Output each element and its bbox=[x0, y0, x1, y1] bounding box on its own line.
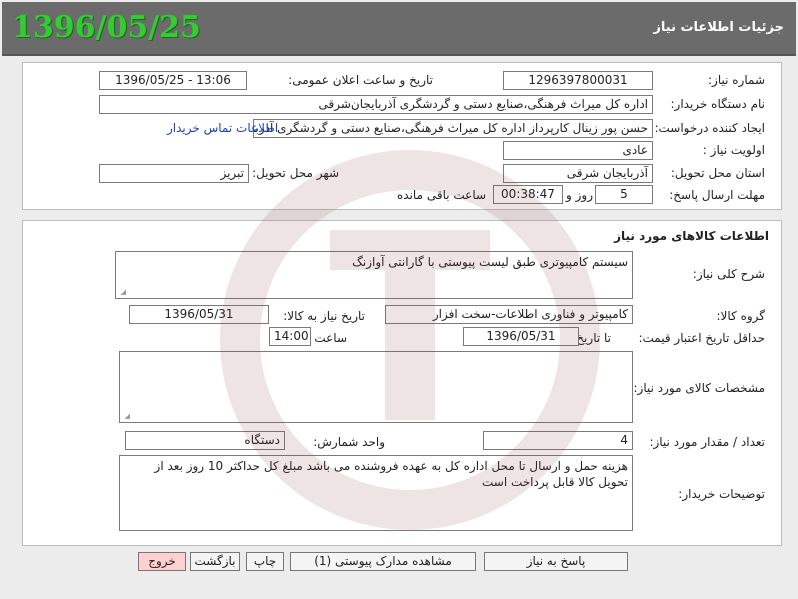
print-button[interactable]: چاپ bbox=[246, 552, 284, 571]
exit-button[interactable]: خروج bbox=[138, 552, 186, 571]
desc-textarea: سیستم کامپیوتری طبق لیست پیوستی با گاران… bbox=[115, 251, 633, 299]
resize-grip-icon[interactable]: ◢ bbox=[118, 288, 126, 296]
resize-grip-icon[interactable]: ◢ bbox=[122, 412, 130, 420]
qty-label: تعداد / مقدار مورد نیاز: bbox=[649, 435, 765, 449]
group-field: کامپیوتر و فناوری اطلاعات-سخت افزار bbox=[385, 305, 633, 324]
city-label: شهر محل تحویل: bbox=[252, 166, 339, 180]
unit-label: واحد شمارش: bbox=[313, 435, 385, 449]
notes-text: هزینه حمل و ارسال تا محل اداره کل به عهد… bbox=[154, 459, 628, 489]
validity-label: حداقل تاریخ اعتبار قیمت: bbox=[638, 331, 765, 345]
notes-label: توضیحات خریدار: bbox=[678, 487, 765, 501]
goods-section-title: اطلاعات کالاهای مورد نیاز bbox=[614, 229, 769, 243]
buyer-field: اداره کل میراث فرهنگی،صنایع دستی و گردشگ… bbox=[99, 95, 653, 114]
province-field: آذربایجان شرقی bbox=[503, 164, 653, 183]
announce-label: تاریخ و ساعت اعلان عمومی: bbox=[288, 73, 433, 87]
need-number-label: شماره نیاز: bbox=[708, 73, 765, 87]
desc-text: سیستم کامپیوتری طبق لیست پیوستی با گاران… bbox=[352, 255, 628, 269]
to-date-field: 1396/05/31 bbox=[463, 327, 579, 346]
hour-field: 14:00 bbox=[269, 327, 311, 346]
need-date-label: تاریخ نیاز به کالا: bbox=[283, 309, 365, 323]
hour-label: ساعت : bbox=[306, 331, 347, 345]
page-header: 1396/05/25 جزئیات اطلاعات نیاز bbox=[2, 2, 796, 56]
need-date-field: 1396/05/31 bbox=[129, 305, 269, 324]
unit-field: دستگاه bbox=[125, 431, 285, 450]
header-date: 1396/05/25 bbox=[12, 10, 201, 45]
notes-textarea: هزینه حمل و ارسال تا محل اداره کل به عهد… bbox=[119, 455, 633, 531]
desc-label: شرح کلی نیاز: bbox=[692, 267, 765, 281]
priority-label: اولویت نیاز : bbox=[702, 143, 765, 157]
days-field: 5 bbox=[595, 185, 653, 204]
back-button[interactable]: بازگشت bbox=[190, 552, 240, 571]
announce-field: 1396/05/25 - 13:06 bbox=[99, 71, 247, 90]
province-label: استان محل تحویل: bbox=[670, 166, 765, 180]
page-title: جزئیات اطلاعات نیاز bbox=[653, 20, 784, 35]
specs-textarea: ◢ bbox=[119, 351, 633, 423]
need-number-field: 1296397800031 bbox=[503, 71, 653, 90]
buyer-label: نام دستگاه خریدار: bbox=[670, 97, 766, 111]
need-info-panel: شماره نیاز: 1296397800031 تاریخ و ساعت ا… bbox=[22, 62, 782, 210]
creator-label: ایجاد کننده درخواست: bbox=[654, 121, 765, 135]
reply-button[interactable]: پاسخ به نیاز bbox=[484, 552, 628, 571]
time-remaining-unit: ساعت باقی مانده bbox=[397, 188, 487, 202]
attachments-button[interactable]: مشاهده مدارک پیوستی (1) bbox=[290, 552, 476, 571]
priority-field: عادی bbox=[503, 141, 653, 160]
goods-panel: اطلاعات کالاهای مورد نیاز شرح کلی نیاز: … bbox=[22, 220, 782, 546]
buyer-contact-link[interactable]: اطلاعات تماس خریدار bbox=[167, 121, 278, 135]
qty-field: 4 bbox=[483, 431, 633, 450]
specs-label: مشخصات کالای مورد نیاز: bbox=[633, 381, 765, 395]
creator-field: حسن پور زینال کارپرداز اداره کل میراث فر… bbox=[253, 119, 653, 138]
city-field: تبریز bbox=[99, 164, 249, 183]
deadline-label: مهلت ارسال پاسخ: bbox=[669, 188, 765, 202]
time-remaining-field: 00:38:47 bbox=[493, 185, 563, 204]
days-unit: روز و bbox=[566, 188, 593, 202]
group-label: گروه کالا: bbox=[716, 309, 766, 323]
